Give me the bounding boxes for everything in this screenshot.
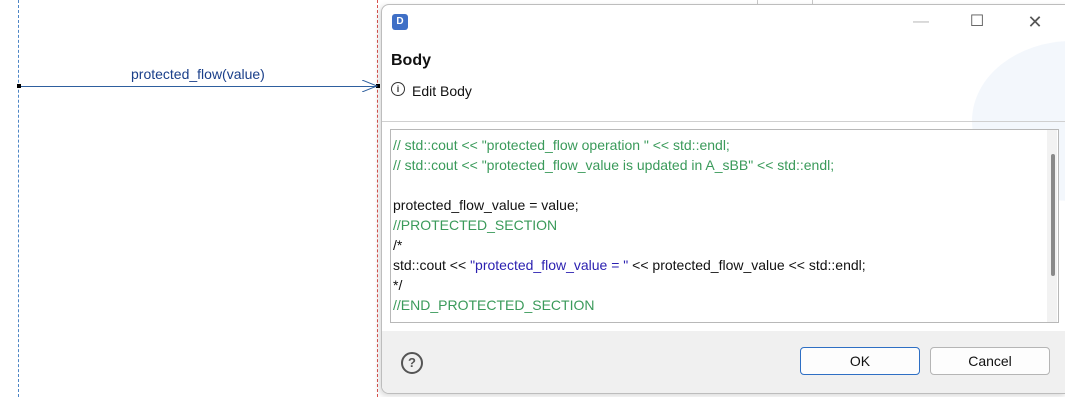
code-token: /* (393, 237, 403, 253)
code-token: */ (393, 277, 403, 293)
code-token: << protected_flow_value << std::endl; (628, 257, 866, 273)
ok-button[interactable]: OK (800, 347, 920, 375)
message-source-anchor (17, 84, 21, 88)
lifeline-left (18, 0, 19, 397)
dialog-title: Body (391, 52, 431, 69)
code-line[interactable]: // std::cout << "protected_flow_value is… (393, 155, 1038, 175)
help-icon[interactable]: ? (401, 352, 423, 374)
app-icon: D (392, 14, 408, 30)
code-editor[interactable]: // std::cout << "protected_flow operatio… (390, 129, 1059, 323)
message-line[interactable] (18, 86, 378, 87)
code-line[interactable]: std::cout << "protected_flow_value = " <… (393, 255, 1038, 275)
code-token: protected_flow_value = value; (393, 197, 579, 213)
code-token: //PROTECTED_SECTION (393, 217, 558, 233)
cancel-button[interactable]: Cancel (930, 347, 1050, 375)
code-line[interactable]: //END_PROTECTED_SECTION (393, 295, 1038, 315)
message-label[interactable]: protected_flow(value) (131, 66, 265, 82)
dialog-description: Edit Body (412, 83, 472, 99)
info-icon: i (391, 82, 405, 96)
vertical-scrollbar[interactable] (1047, 130, 1057, 322)
arrowhead-icon (362, 80, 378, 92)
code-token: // std::cout << "protected_flow_value is… (393, 157, 835, 173)
code-token: //END_PROTECTED_SECTION (393, 297, 595, 313)
scrollbar-thumb[interactable] (1051, 154, 1055, 276)
code-line[interactable]: // std::cout << "protected_flow operatio… (393, 135, 1038, 155)
code-line[interactable]: //PROTECTED_SECTION (393, 215, 1038, 235)
lifeline-right (377, 0, 378, 397)
dialog-titlebar[interactable]: D — ☐ ✕ (382, 5, 1065, 39)
code-token: "protected_flow_value = " (470, 257, 629, 273)
dialog-footer: ? OK Cancel (382, 331, 1065, 393)
code-line[interactable]: */ (393, 275, 1038, 295)
code-token: std::cout << (393, 257, 471, 273)
header-separator (382, 121, 1065, 122)
code-line[interactable]: /* (393, 235, 1038, 255)
code-line[interactable]: protected_flow_value = value; (393, 195, 1038, 215)
maximize-button[interactable]: ☐ (962, 11, 992, 33)
code-token: // std::cout << "protected_flow operatio… (393, 137, 730, 153)
body-dialog: D — ☐ ✕ Body i Edit Body // std::cout <<… (381, 4, 1065, 394)
code-text[interactable]: // std::cout << "protected_flow operatio… (393, 135, 1038, 315)
close-button[interactable]: ✕ (1020, 11, 1050, 33)
minimize-button[interactable]: — (906, 11, 936, 33)
code-line[interactable] (393, 175, 1038, 195)
